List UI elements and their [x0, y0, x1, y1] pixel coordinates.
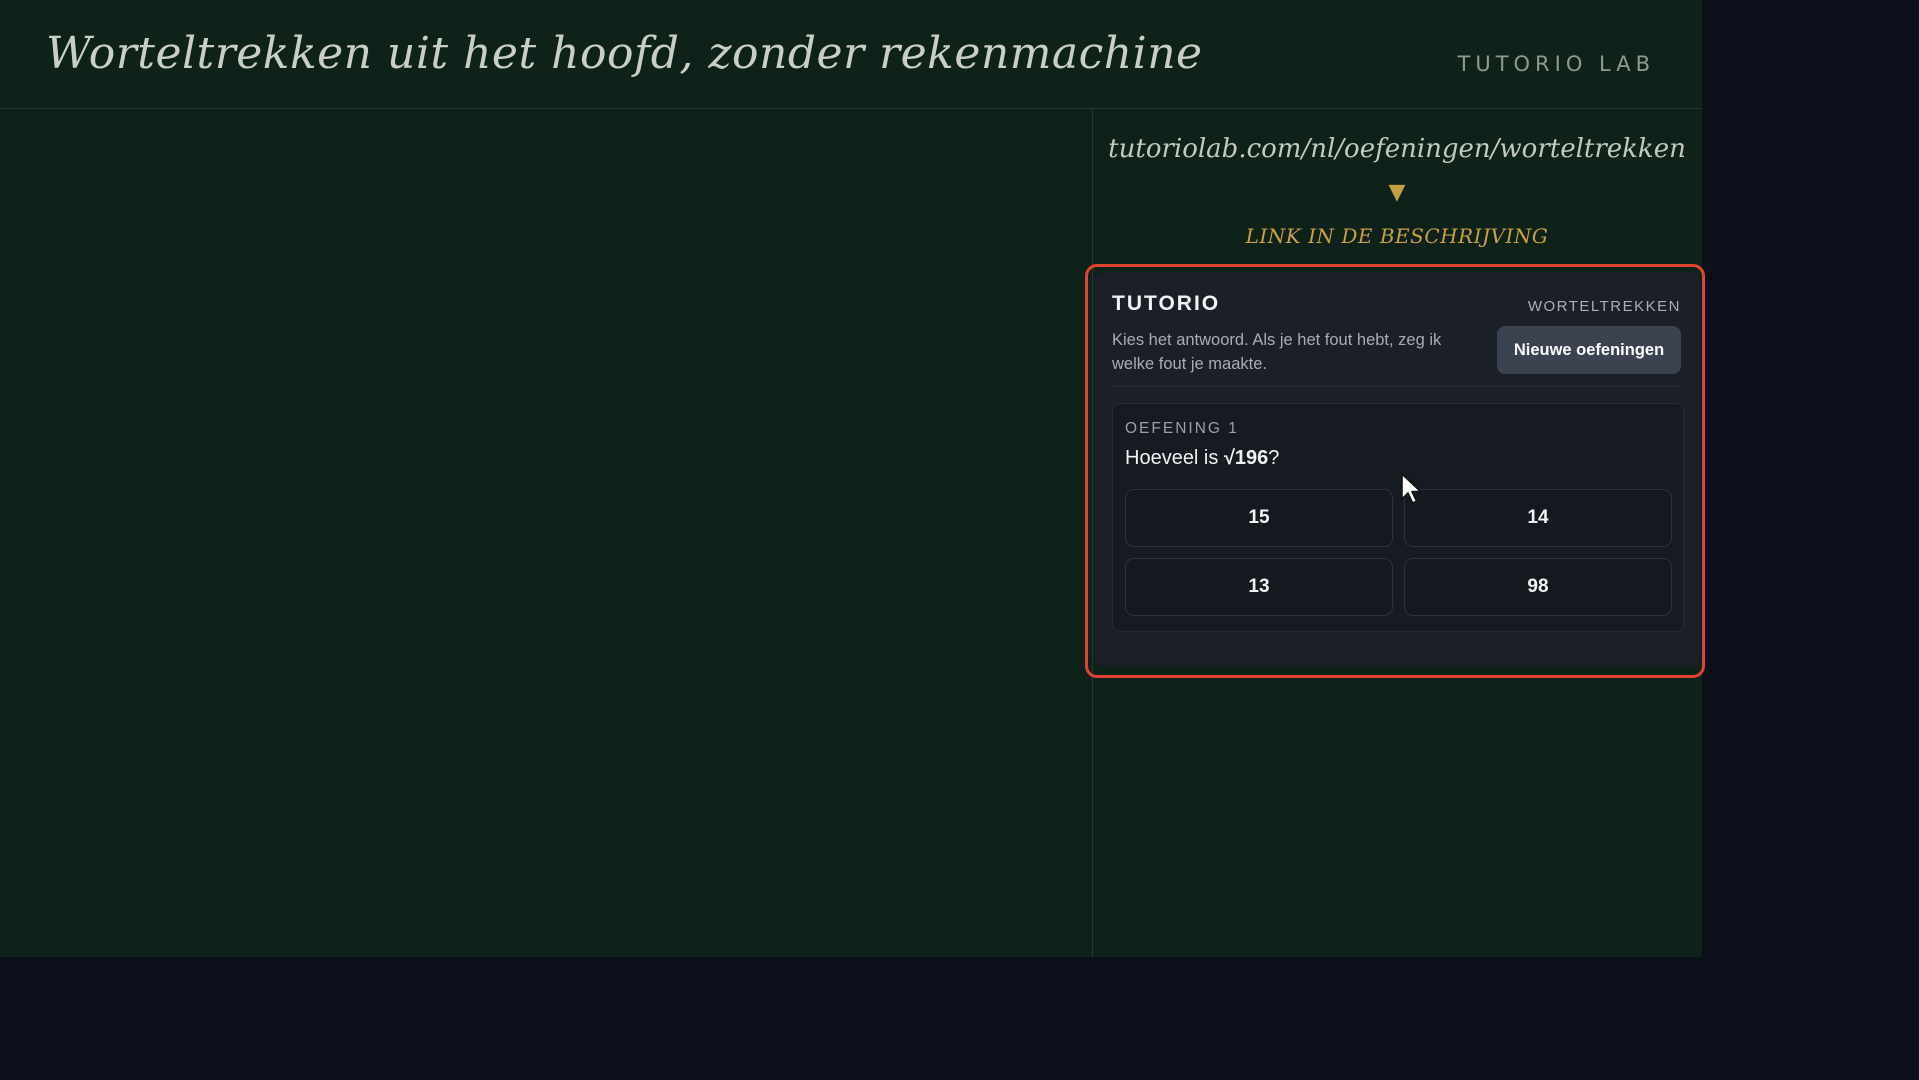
question-prefix: Hoeveel is [1125, 447, 1224, 469]
exercise-label: OEFENING 1 [1125, 420, 1239, 437]
arrow-down-icon: ▼ [1388, 180, 1406, 205]
video-frame: Worteltrekken uit het hoofd, zonder reke… [0, 0, 1705, 957]
mouse-pointer-icon [1401, 473, 1422, 504]
question-expression: √196 [1223, 447, 1269, 469]
answer-option[interactable]: 15 [1125, 489, 1393, 547]
widget-brand: TUTORIO [1112, 292, 1221, 315]
brand-label: TUTORIO LAB [1457, 52, 1655, 76]
header: Worteltrekken uit het hoofd, zonder reke… [0, 0, 1702, 109]
answer-option[interactable]: 14 [1404, 489, 1672, 547]
widget-separator [1112, 386, 1682, 387]
widget-topic: WORTELTREKKEN [1527, 298, 1681, 315]
promo-note: LINK IN DE BESCHRIJVING [1245, 224, 1549, 248]
new-exercises-button[interactable]: Nieuwe oefeningen [1497, 326, 1681, 374]
question-suffix: ? [1268, 447, 1280, 469]
tutorio-widget: TUTORIO WORTELTREKKEN Kies het antwoord.… [1094, 272, 1700, 666]
page-title: Worteltrekken uit het hoofd, zonder reke… [46, 28, 1203, 79]
promo-url: tutoriolab.com/nl/oefeningen/worteltrekk… [1108, 134, 1686, 164]
answer-option[interactable]: 13 [1125, 558, 1393, 616]
exercise-question: Hoeveel is √196? [1125, 447, 1279, 470]
widget-description: Kies het antwoord. Als je het fout hebt,… [1112, 331, 1442, 373]
exercise-card: OEFENING 1 Hoeveel is √196? 15 14 13 98 [1112, 403, 1684, 632]
answer-option[interactable]: 98 [1404, 558, 1672, 616]
